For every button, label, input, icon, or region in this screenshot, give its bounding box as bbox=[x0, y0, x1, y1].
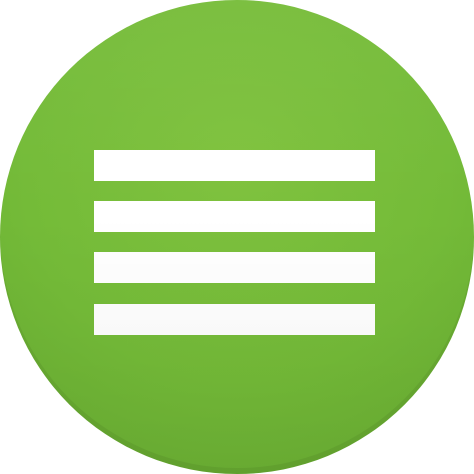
menu-line-3 bbox=[94, 252, 375, 283]
menu-button[interactable] bbox=[0, 0, 474, 474]
menu-line-1 bbox=[94, 150, 375, 181]
menu-line-2 bbox=[94, 201, 375, 232]
hamburger-menu-icon bbox=[94, 150, 375, 335]
menu-line-4 bbox=[94, 304, 375, 335]
icon-canvas bbox=[0, 0, 474, 474]
